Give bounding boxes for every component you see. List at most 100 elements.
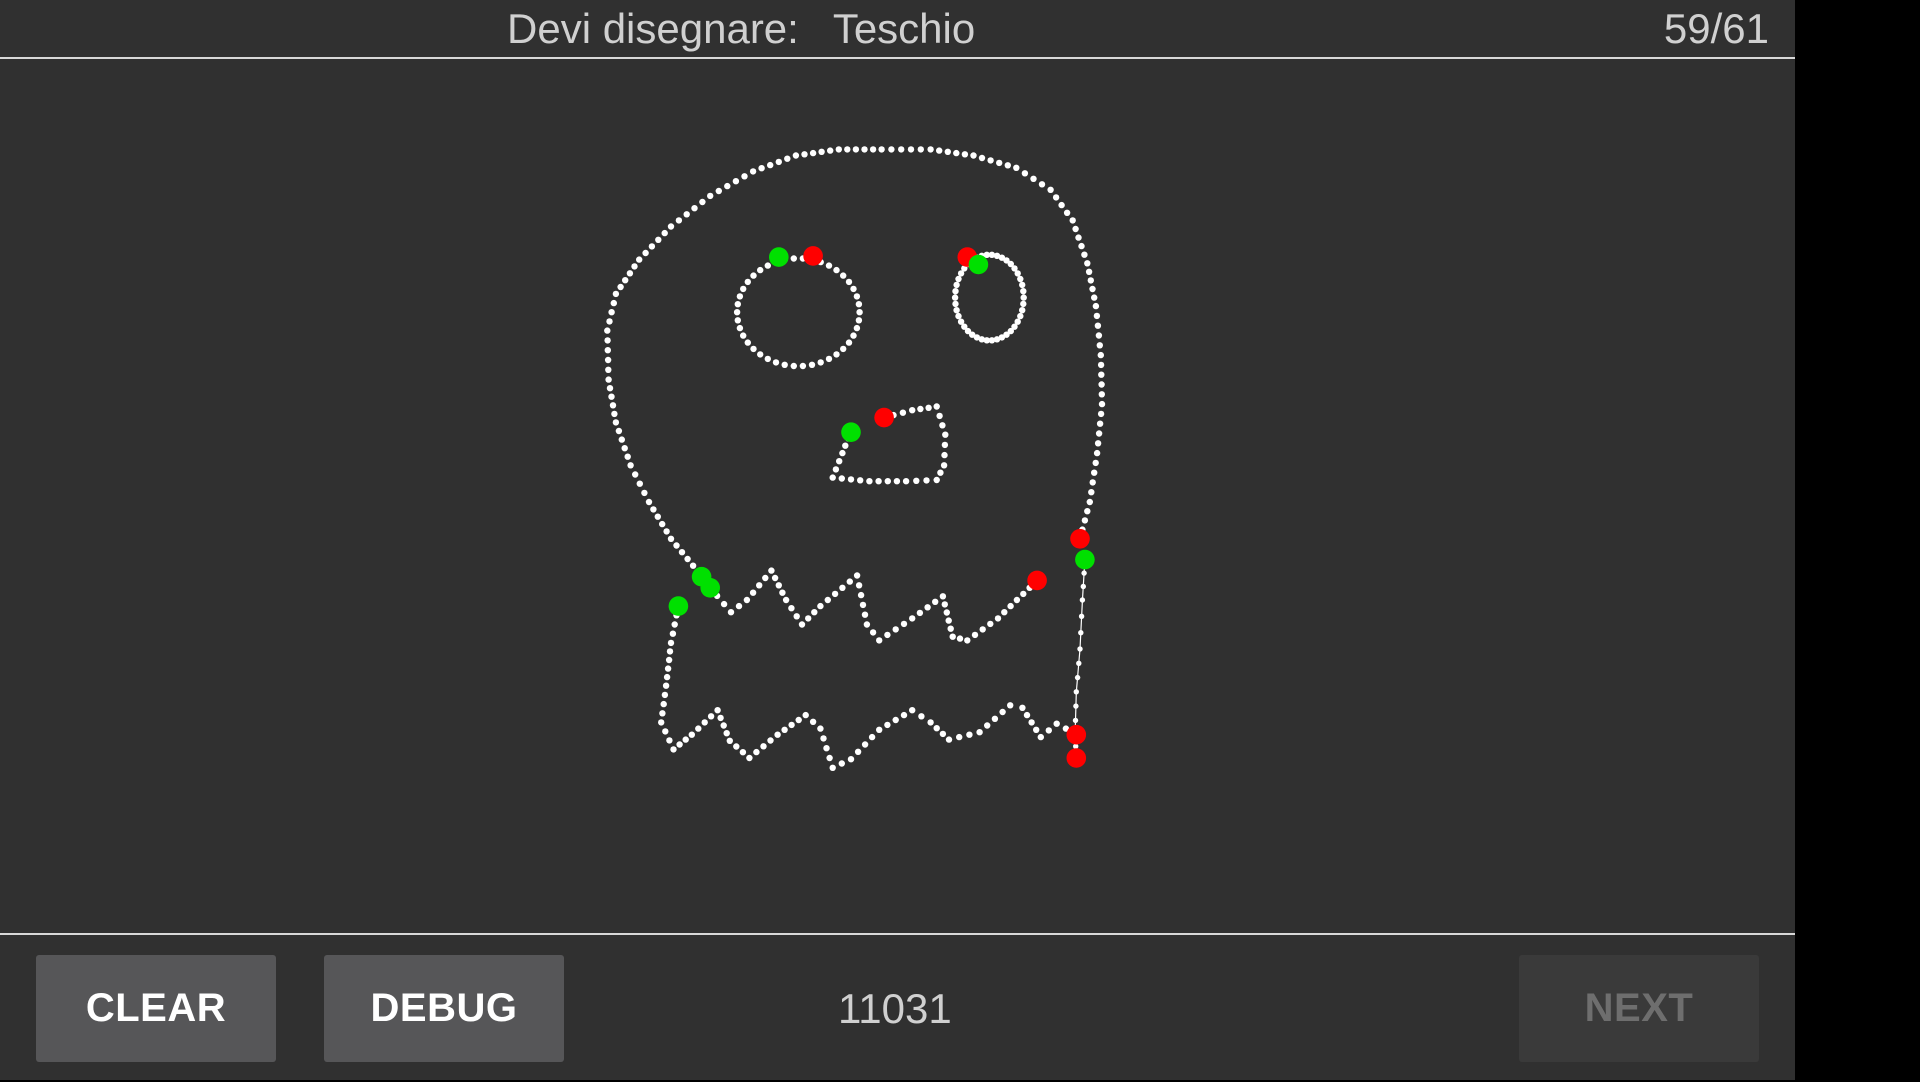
stroke-point	[790, 362, 797, 370]
stroke-point	[936, 147, 943, 154]
stroke-point	[799, 362, 807, 370]
stroke-point	[1079, 597, 1086, 603]
stroke-point	[855, 317, 863, 324]
stroke-point	[771, 574, 779, 582]
progress-counter: 59/61	[1663, 5, 1769, 52]
stroke-point	[1089, 479, 1096, 486]
stroke-point	[939, 422, 946, 429]
stroke-point	[701, 719, 708, 726]
stroke-point	[727, 609, 735, 616]
skull-outline	[604, 146, 1106, 582]
stroke-point	[753, 748, 760, 756]
stroke-point	[661, 691, 669, 699]
stroke-end-marker	[1066, 724, 1087, 745]
stroke-point	[663, 673, 671, 681]
stroke-point	[996, 159, 1003, 167]
stroke-point	[1078, 630, 1084, 636]
stroke-point	[764, 262, 771, 269]
stroke-point	[1047, 186, 1054, 193]
stroke-start-marker	[1075, 549, 1095, 570]
stroke-point	[617, 283, 624, 291]
stroke-point	[608, 393, 615, 400]
stroke-point	[825, 262, 833, 269]
stroke-point	[1093, 312, 1101, 320]
stroke-point	[612, 419, 620, 426]
stroke-point	[1072, 225, 1079, 233]
stroke-point	[927, 146, 934, 153]
prompt-label: Devi disegnare:	[507, 5, 799, 52]
stroke-point	[757, 266, 764, 274]
stroke-point	[1020, 300, 1027, 308]
stroke-point	[611, 410, 618, 418]
clear-button[interactable]: CLEAR	[36, 955, 276, 1062]
stroke-point	[945, 736, 953, 743]
stroke-point	[606, 318, 613, 325]
stroke-point	[898, 146, 905, 153]
stroke-point	[913, 477, 920, 484]
stroke-point	[750, 272, 757, 279]
stroke-point	[1097, 351, 1105, 359]
stroke-point	[907, 146, 915, 153]
stroke-point	[720, 722, 727, 729]
stroke-point	[1091, 469, 1098, 476]
stroke-point	[675, 217, 683, 224]
stroke-point	[1045, 727, 1053, 734]
stroke-point	[1063, 209, 1071, 216]
bottom-toolbar: CLEAR DEBUG 11031 NEXT	[0, 933, 1795, 1082]
stroke-point	[736, 324, 744, 332]
stroke-point	[1028, 719, 1035, 726]
stroke-point	[666, 648, 674, 655]
header-bar: Devi disegnare: Teschio 59/61	[0, 0, 1795, 59]
stroke-point	[817, 725, 824, 732]
stroke-point	[664, 665, 672, 672]
stroke-point	[924, 604, 931, 611]
stroke-point	[604, 356, 612, 364]
stroke-point	[618, 436, 625, 443]
stroke-point	[884, 631, 891, 639]
stroke-point	[1092, 459, 1099, 467]
stroke-point	[757, 351, 764, 358]
stroke-point	[951, 294, 959, 301]
stroke-point	[909, 407, 916, 414]
stroke-point	[767, 161, 774, 169]
stroke-point	[663, 528, 670, 535]
drawing-canvas[interactable]	[0, 59, 1795, 933]
stroke-point	[1081, 517, 1089, 524]
stroke-point	[944, 148, 951, 155]
stroke-point	[1053, 720, 1060, 727]
stroke-point	[717, 714, 724, 722]
stroke-point	[802, 711, 809, 719]
stroke-point	[631, 263, 638, 270]
stroke-point	[1020, 294, 1027, 301]
stroke-point	[939, 593, 947, 600]
stroke-point	[820, 735, 827, 742]
stroke-point	[740, 285, 747, 293]
stroke-point	[876, 726, 883, 733]
debug-button[interactable]: DEBUG	[324, 955, 564, 1062]
stroke-point	[621, 445, 628, 452]
stroke-point	[1019, 704, 1026, 711]
stroke-point	[740, 332, 747, 339]
drawing-prompt: Devi disegnare: Teschio	[507, 5, 975, 53]
stroke-end-marker	[1066, 748, 1087, 768]
stroke-point	[1092, 302, 1100, 310]
stroke-point	[1074, 674, 1081, 681]
stroke-point	[648, 243, 656, 250]
stroke-point	[768, 567, 775, 574]
stroke-point	[859, 601, 867, 609]
stroke-point	[853, 293, 861, 300]
stroke-point	[817, 602, 824, 610]
stroke-point	[893, 478, 901, 485]
stroke-point	[853, 572, 861, 579]
stroke-point	[784, 155, 791, 162]
stroke-point	[853, 324, 861, 332]
stroke-point	[818, 148, 825, 155]
stroke-end-marker	[803, 246, 823, 266]
next-button[interactable]: NEXT	[1519, 955, 1759, 1062]
stroke-point	[937, 469, 944, 476]
stroke-point	[1078, 242, 1085, 250]
stroke-end-marker	[1070, 529, 1090, 549]
stroke-point	[743, 596, 751, 604]
stroke-point	[715, 187, 722, 195]
stroke-point	[658, 719, 665, 726]
